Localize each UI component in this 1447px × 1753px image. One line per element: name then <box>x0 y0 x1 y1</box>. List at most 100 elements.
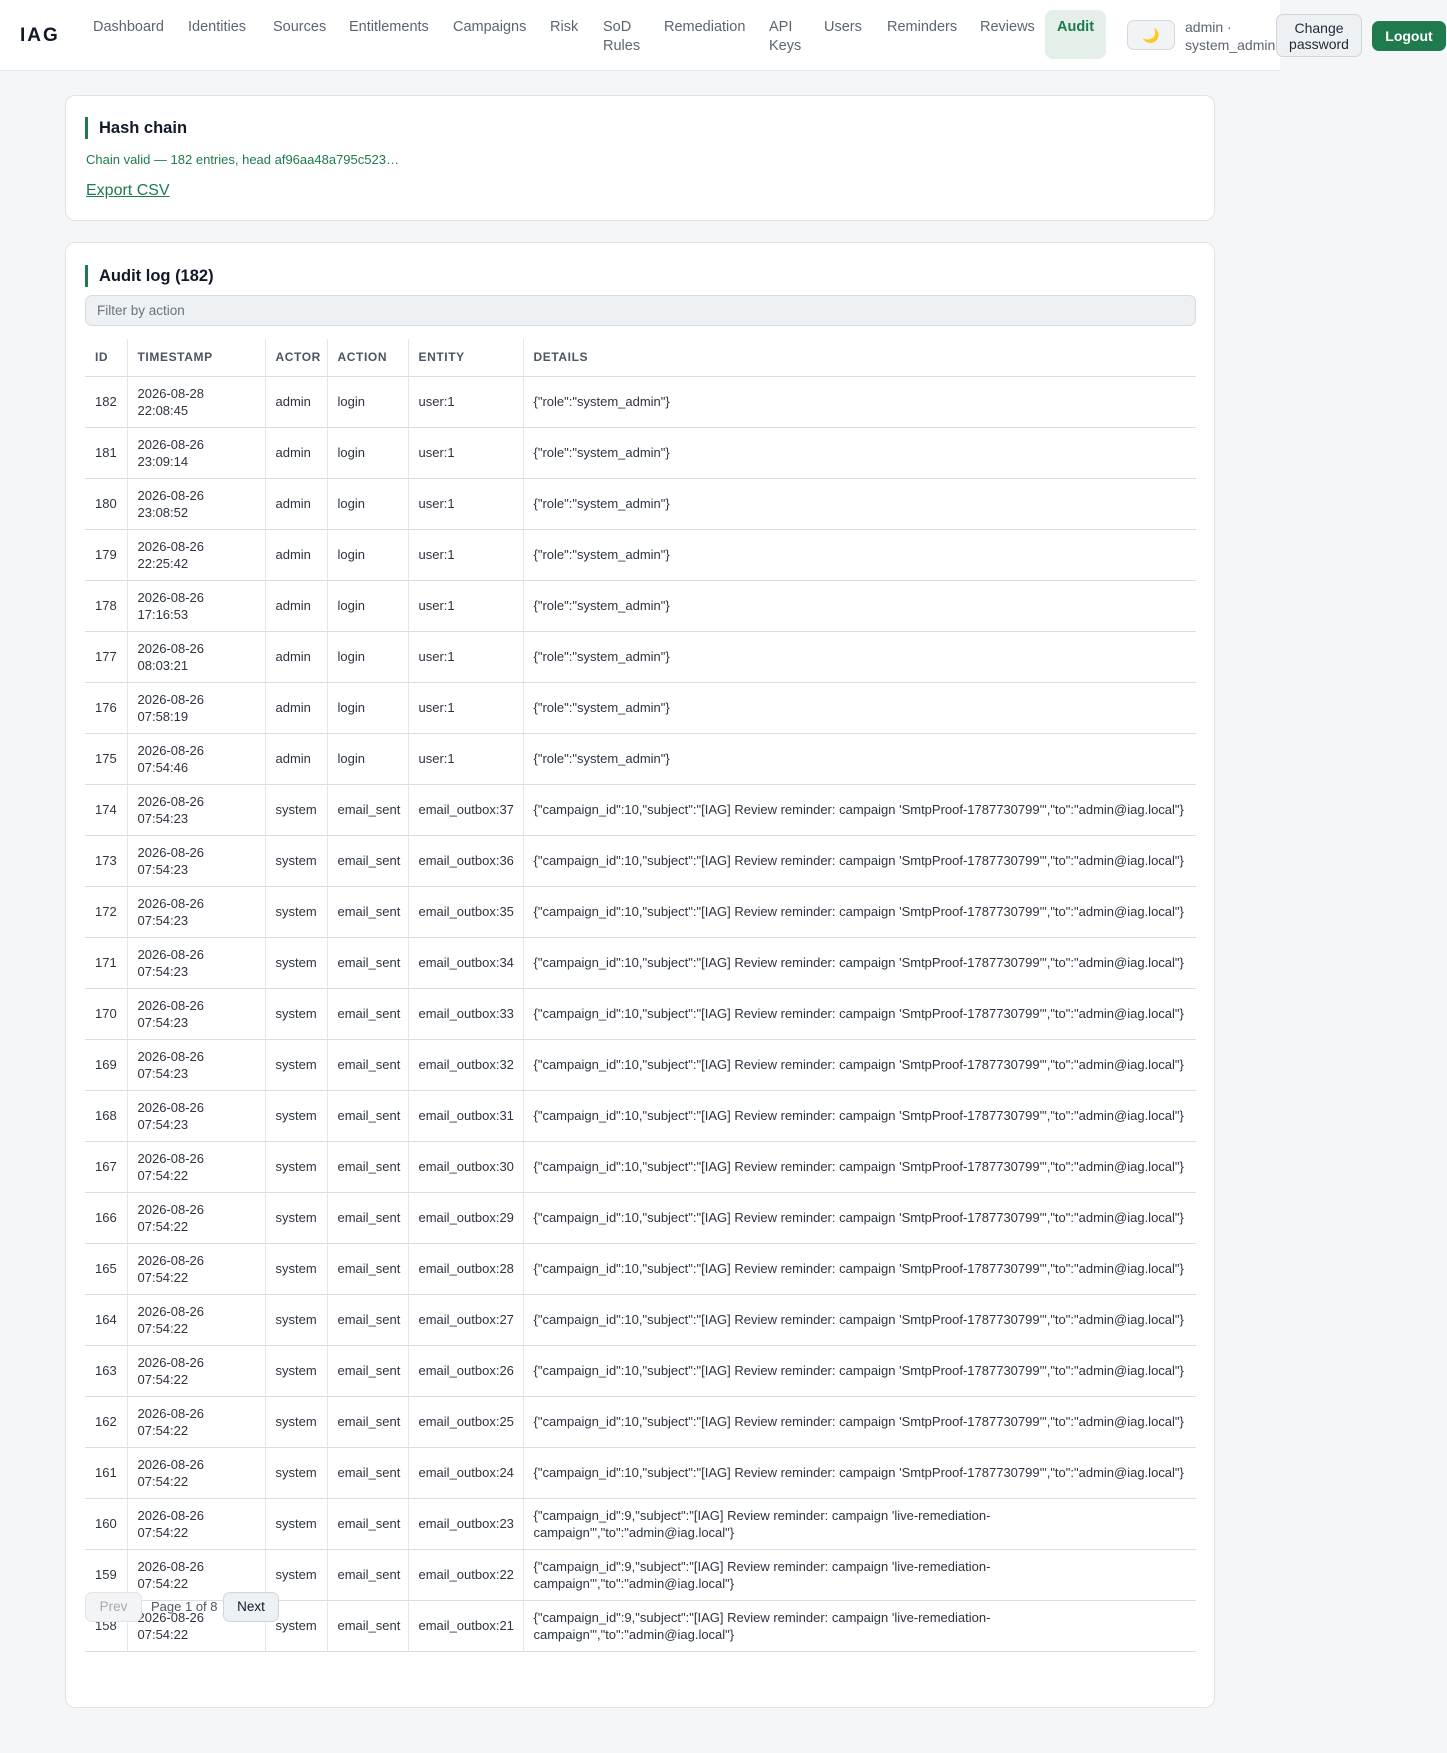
timestamp-time: 23:09:14 <box>137 453 189 469</box>
cell-timestamp: 2026-08-26 07:54:23 <box>126 937 265 989</box>
cell-entity: email_outbox:26 <box>407 1345 523 1397</box>
cell-entity: email_outbox:37 <box>407 784 523 836</box>
cell-action: email_sent <box>326 1549 408 1601</box>
cell-entity: email_outbox:24 <box>407 1447 523 1499</box>
timestamp-time: 08:03:21 <box>137 657 189 673</box>
cell-timestamp: 2026-08-26 07:54:46 <box>126 733 265 785</box>
nav-item-remediation[interactable]: Remediation <box>652 10 757 59</box>
cell-actor: system <box>264 784 327 836</box>
filter-action-input[interactable] <box>85 295 1196 326</box>
cell-entity: email_outbox:34 <box>407 937 523 989</box>
cell-id: 176 <box>85 682 127 734</box>
cell-timestamp: 2026-08-26 23:08:52 <box>126 478 265 530</box>
timestamp-date: 2026-08-26 <box>137 589 205 605</box>
cell-actor: system <box>264 1294 327 1346</box>
nav-item-sources[interactable]: Sources <box>261 10 338 59</box>
cell-action: login <box>326 682 408 734</box>
cell-timestamp: 2026-08-26 07:54:22 <box>126 1141 265 1193</box>
cell-entity: email_outbox:30 <box>407 1141 523 1193</box>
cell-entity: email_outbox:28 <box>407 1243 523 1295</box>
timestamp-time: 07:54:22 <box>137 1269 189 1285</box>
cell-actor: system <box>264 1243 327 1295</box>
cell-entity: user:1 <box>407 631 523 683</box>
cell-timestamp: 2026-08-26 07:54:23 <box>126 1090 265 1142</box>
timestamp-time: 07:54:22 <box>137 1626 189 1642</box>
nav-item-api-keys[interactable]: API Keys <box>757 10 805 59</box>
cell-timestamp: 2026-08-26 07:54:23 <box>126 886 265 938</box>
cell-details: {"campaign_id":10,"subject":"[IAG] Revie… <box>522 1090 1196 1142</box>
cell-details: {"role":"system_admin"} <box>522 529 1196 581</box>
cell-details: {"role":"system_admin"} <box>522 478 1196 530</box>
cell-actor: system <box>264 1141 327 1193</box>
cell-timestamp: 2026-08-26 07:54:23 <box>126 1039 265 1091</box>
nav-item-reviews[interactable]: Reviews <box>968 10 1047 59</box>
nav-item-reminders[interactable]: Reminders <box>875 10 969 59</box>
cell-entity: email_outbox:36 <box>407 835 523 887</box>
next-page-button[interactable]: Next <box>223 1592 279 1622</box>
cell-actor: system <box>264 937 327 989</box>
timestamp-time: 22:08:45 <box>137 402 189 418</box>
timestamp-date: 2026-08-26 <box>137 487 205 503</box>
cell-actor: admin <box>264 427 327 479</box>
cell-actor: system <box>264 1039 327 1091</box>
table-row: 162 2026-08-26 07:54:22 system email_sent ema… <box>85 1396 1196 1448</box>
nav-item-sod-rules[interactable]: SoD Rules <box>591 10 641 59</box>
column-header-id: ID <box>85 339 127 377</box>
export-csv-link[interactable]: Export CSV <box>86 182 170 200</box>
table-row: 160 2026-08-26 07:54:22 system email_sent ema… <box>85 1498 1196 1550</box>
timestamp-time: 07:54:22 <box>137 1575 189 1591</box>
cell-actor: admin <box>264 733 327 785</box>
nav-item-campaigns[interactable]: Campaigns <box>441 10 538 59</box>
cell-entity: email_outbox:22 <box>407 1549 523 1601</box>
cell-id: 177 <box>85 631 127 683</box>
table-row: 179 2026-08-26 22:25:42 admin login user:1 {"r… <box>85 529 1196 581</box>
cell-id: 172 <box>85 886 127 938</box>
nav-item-audit[interactable]: Audit <box>1045 10 1107 59</box>
table-row: 171 2026-08-26 07:54:23 system email_sent ema… <box>85 937 1196 989</box>
timestamp-time: 17:16:53 <box>137 606 189 622</box>
cell-details: {"role":"system_admin"} <box>522 580 1196 632</box>
audit-log-title: Audit log (182) <box>85 265 214 287</box>
cell-details: {"campaign_id":10,"subject":"[IAG] Revie… <box>522 1141 1196 1193</box>
cell-actor: system <box>264 1396 327 1448</box>
table-row: 180 2026-08-26 23:08:52 admin login user:1 {"r… <box>85 478 1196 530</box>
theme-toggle-button[interactable]: 🌙 <box>1127 20 1175 50</box>
change-password-button[interactable]: Change password <box>1276 14 1362 57</box>
cell-id: 179 <box>85 529 127 581</box>
nav-item-entitlements[interactable]: Entitlements <box>337 10 441 59</box>
table-row: 177 2026-08-26 08:03:21 admin login user:1 {"r… <box>85 631 1196 683</box>
timestamp-date: 2026-08-26 <box>137 1048 205 1064</box>
cell-actor: system <box>264 1345 327 1397</box>
top-nav-bar: IAG Dashboard Identities Sources Entitlemen… <box>0 0 1280 71</box>
column-header-entity: ENTITY <box>407 339 523 377</box>
nav-item-dashboard[interactable]: Dashboard <box>81 10 176 59</box>
cell-timestamp: 2026-08-26 07:54:22 <box>126 1243 265 1295</box>
audit-log-card: Audit log (182) ID TIMESTAMP ACTOR ACTIO… <box>65 242 1215 1708</box>
timestamp-time: 07:54:23 <box>137 810 189 826</box>
table-row: 168 2026-08-26 07:54:23 system email_sent ema… <box>85 1090 1196 1142</box>
cell-action: email_sent <box>326 1090 408 1142</box>
cell-entity: user:1 <box>407 376 523 428</box>
table-row: 169 2026-08-26 07:54:23 system email_sent ema… <box>85 1039 1196 1091</box>
cell-timestamp: 2026-08-26 07:54:22 <box>126 1498 265 1550</box>
nav-item-risk[interactable]: Risk <box>538 10 590 59</box>
cell-entity: email_outbox:32 <box>407 1039 523 1091</box>
nav-item-identities[interactable]: Identities <box>176 10 258 59</box>
cell-id: 162 <box>85 1396 127 1448</box>
prev-page-button[interactable]: Prev <box>85 1592 142 1622</box>
cell-details: {"role":"system_admin"} <box>522 427 1196 479</box>
cell-action: email_sent <box>326 886 408 938</box>
cell-timestamp: 2026-08-28 22:08:45 <box>126 376 265 428</box>
logout-button[interactable]: Logout <box>1372 21 1446 51</box>
nav-item-users[interactable]: Users <box>812 10 874 59</box>
timestamp-time: 07:54:22 <box>137 1218 189 1234</box>
cell-timestamp: 2026-08-26 17:16:53 <box>126 580 265 632</box>
timestamp-date: 2026-08-26 <box>137 1456 205 1472</box>
brand-logo[interactable]: IAG <box>20 25 60 47</box>
table-row: 173 2026-08-26 07:54:23 system email_sent ema… <box>85 835 1196 887</box>
cell-action: login <box>326 733 408 785</box>
table-row: 161 2026-08-26 07:54:22 system email_sent ema… <box>85 1447 1196 1499</box>
cell-id: 165 <box>85 1243 127 1295</box>
cell-action: login <box>326 427 408 479</box>
cell-action: email_sent <box>326 1345 408 1397</box>
